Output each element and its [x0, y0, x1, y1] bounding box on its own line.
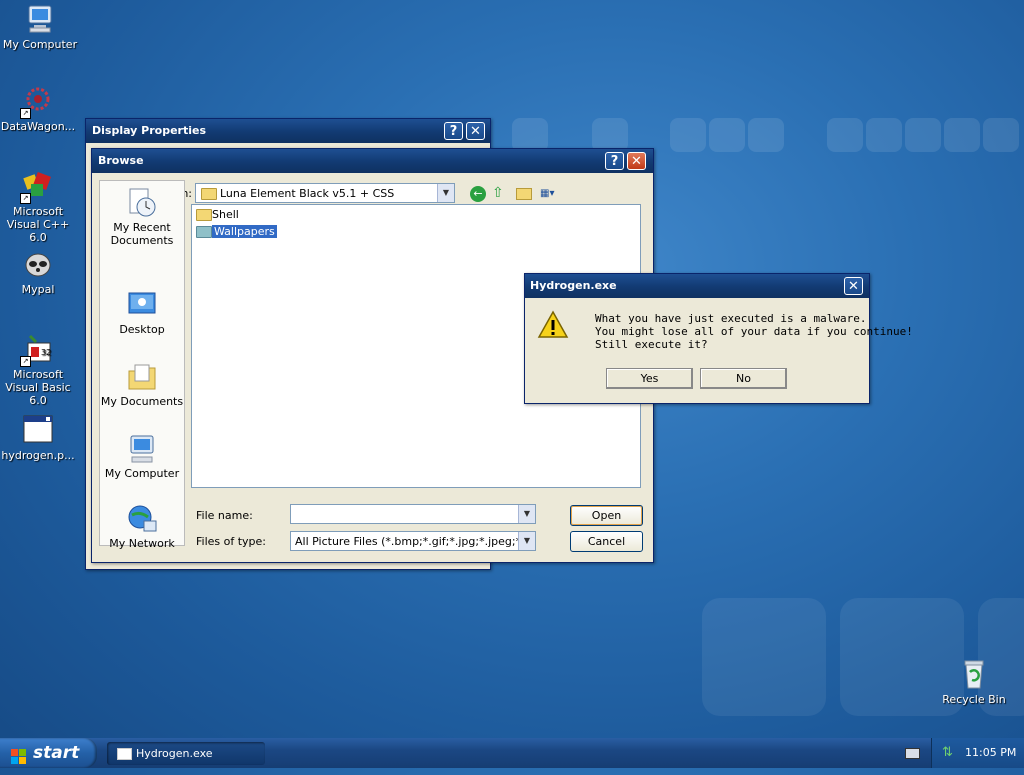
visual-basic-icon: 32 ↗ — [20, 333, 54, 367]
help-button[interactable]: ? — [605, 152, 624, 170]
place-label: My Documents — [100, 395, 184, 408]
desktop-icon-datawagon[interactable]: ↗ DataWagon... — [0, 85, 78, 133]
file-name-label: File name: — [196, 509, 253, 522]
recent-documents-icon — [126, 187, 158, 219]
new-folder-icon[interactable] — [516, 188, 532, 200]
look-in-value: Luna Element Black v5.1 + CSS — [220, 187, 395, 200]
desktop-icon-label: My Computer — [2, 38, 78, 51]
place-desktop[interactable]: Desktop — [100, 289, 184, 336]
taskbar: start Hydrogen.exe ⇅ 11:05 PM — [0, 738, 1024, 768]
title-bar[interactable]: Hydrogen.exe ✕ — [525, 274, 869, 298]
close-button[interactable]: ✕ — [466, 122, 485, 140]
close-button[interactable]: ✕ — [627, 152, 646, 170]
up-folder-icon[interactable]: ⇧ — [492, 185, 508, 201]
network-icon[interactable]: ⇅ — [942, 746, 953, 760]
yes-button[interactable]: Yes — [606, 368, 693, 389]
system-tray: ⇅ 11:05 PM — [931, 738, 1024, 768]
warning-icon — [537, 309, 569, 344]
message-line: What you have just executed is a malware… — [595, 312, 867, 325]
alert-message: What you have just executed is a malware… — [595, 312, 913, 351]
window-title: Hydrogen.exe — [530, 279, 617, 292]
start-button[interactable]: start — [0, 738, 97, 768]
places-bar: My Recent Documents Desktop My Documents… — [99, 180, 185, 550]
window-title: Display Properties — [92, 124, 207, 137]
file-type-select[interactable]: All Picture Files (*.bmp;*.gif;*.jpg;*.j… — [290, 531, 536, 551]
desktop-icon-visual-cpp[interactable]: ↗ Microsoft Visual C++ 6.0 — [0, 170, 78, 244]
start-label: start — [33, 743, 80, 763]
desktop-icon-my-computer[interactable]: My Computer — [0, 3, 80, 51]
folder-icon — [201, 188, 217, 200]
title-bar[interactable]: Display Properties ? ✕ — [86, 119, 490, 143]
place-label: My Network — [109, 537, 175, 550]
svg-text:32: 32 — [41, 348, 51, 357]
place-label: Desktop — [119, 323, 165, 336]
recycle-bin-icon — [958, 658, 990, 690]
mypal-icon — [22, 248, 54, 280]
windows-logo-icon — [11, 745, 27, 764]
desktop-icon-label: Microsoft Visual Basic 6.0 — [5, 368, 71, 407]
folder-icon — [196, 209, 212, 221]
folder-icon — [196, 226, 212, 238]
desktop-icon-label: DataWagon... — [0, 120, 76, 133]
place-my-computer[interactable]: My Computer — [100, 433, 184, 480]
my-network-icon — [126, 503, 158, 535]
file-name: Shell — [212, 208, 239, 221]
file-name: Wallpapers — [212, 225, 277, 238]
message-line: You might lose all of your data if you c… — [595, 325, 913, 338]
place-label: My Computer — [104, 467, 180, 480]
place-my-recent-documents[interactable]: My Recent Documents — [100, 187, 184, 247]
cancel-button[interactable]: Cancel — [570, 531, 643, 552]
place-label: My Recent Documents — [110, 221, 174, 247]
help-button[interactable]: ? — [444, 122, 463, 140]
chevron-down-icon[interactable]: ▼ — [518, 505, 535, 523]
close-button[interactable]: ✕ — [844, 277, 863, 295]
desktop-icon-label: hydrogen.p... — [1, 449, 75, 462]
keyboard-icon[interactable] — [905, 748, 920, 759]
list-item[interactable]: Shell — [194, 207, 239, 222]
open-button[interactable]: Open — [570, 505, 643, 526]
visual-cpp-icon: ↗ — [20, 170, 54, 204]
title-bar[interactable]: Browse ? ✕ — [92, 149, 653, 173]
desktop-icon-visual-basic[interactable]: 32 ↗ Microsoft Visual Basic 6.0 — [0, 333, 78, 407]
clock[interactable]: 11:05 PM — [965, 738, 1016, 768]
file-type-value: All Picture Files (*.bmp;*.gif;*.jpg;*.j… — [295, 535, 535, 548]
my-computer-icon — [126, 433, 158, 465]
chevron-down-icon[interactable]: ▼ — [518, 532, 535, 550]
desktop-icon-label: Recycle Bin — [942, 693, 1006, 706]
application-window-icon — [117, 748, 132, 760]
datawagon-icon: ↗ — [20, 85, 54, 119]
my-documents-icon — [126, 361, 158, 393]
list-item[interactable]: Wallpapers — [194, 224, 277, 239]
look-in-combobox[interactable]: Luna Element Black v5.1 + CSS ▼ — [195, 183, 455, 203]
message-line: Still execute it? — [595, 338, 708, 351]
view-menu-icon[interactable]: ▦▾ — [540, 186, 564, 202]
desktop-icon-label: Mypal — [21, 283, 55, 296]
no-button[interactable]: No — [700, 368, 787, 389]
taskbar-item-hydrogen[interactable]: Hydrogen.exe — [107, 742, 265, 765]
file-name-input[interactable]: ▼ — [290, 504, 536, 524]
chevron-down-icon[interactable]: ▼ — [437, 184, 454, 202]
desktop-icon-recycle-bin[interactable]: Recycle Bin — [934, 658, 1014, 706]
desktop-icon-label: Microsoft Visual C++ 6.0 — [6, 205, 70, 244]
my-computer-icon — [24, 3, 56, 35]
task-label: Hydrogen.exe — [136, 747, 213, 760]
place-my-documents[interactable]: My Documents — [100, 361, 184, 408]
back-icon[interactable]: ← — [470, 186, 486, 202]
file-type-label: Files of type: — [196, 535, 267, 548]
hydrogen-alert-dialog[interactable]: Hydrogen.exe ✕ What you have just execut… — [524, 273, 913, 404]
desktop-icon-mypal[interactable]: Mypal — [0, 248, 78, 296]
desktop-icon-hydrogen[interactable]: hydrogen.p... — [0, 414, 78, 462]
window-title: Browse — [98, 154, 144, 167]
desktop-icon — [126, 289, 158, 321]
place-my-network[interactable]: My Network — [100, 503, 184, 550]
application-window-icon — [22, 414, 54, 446]
